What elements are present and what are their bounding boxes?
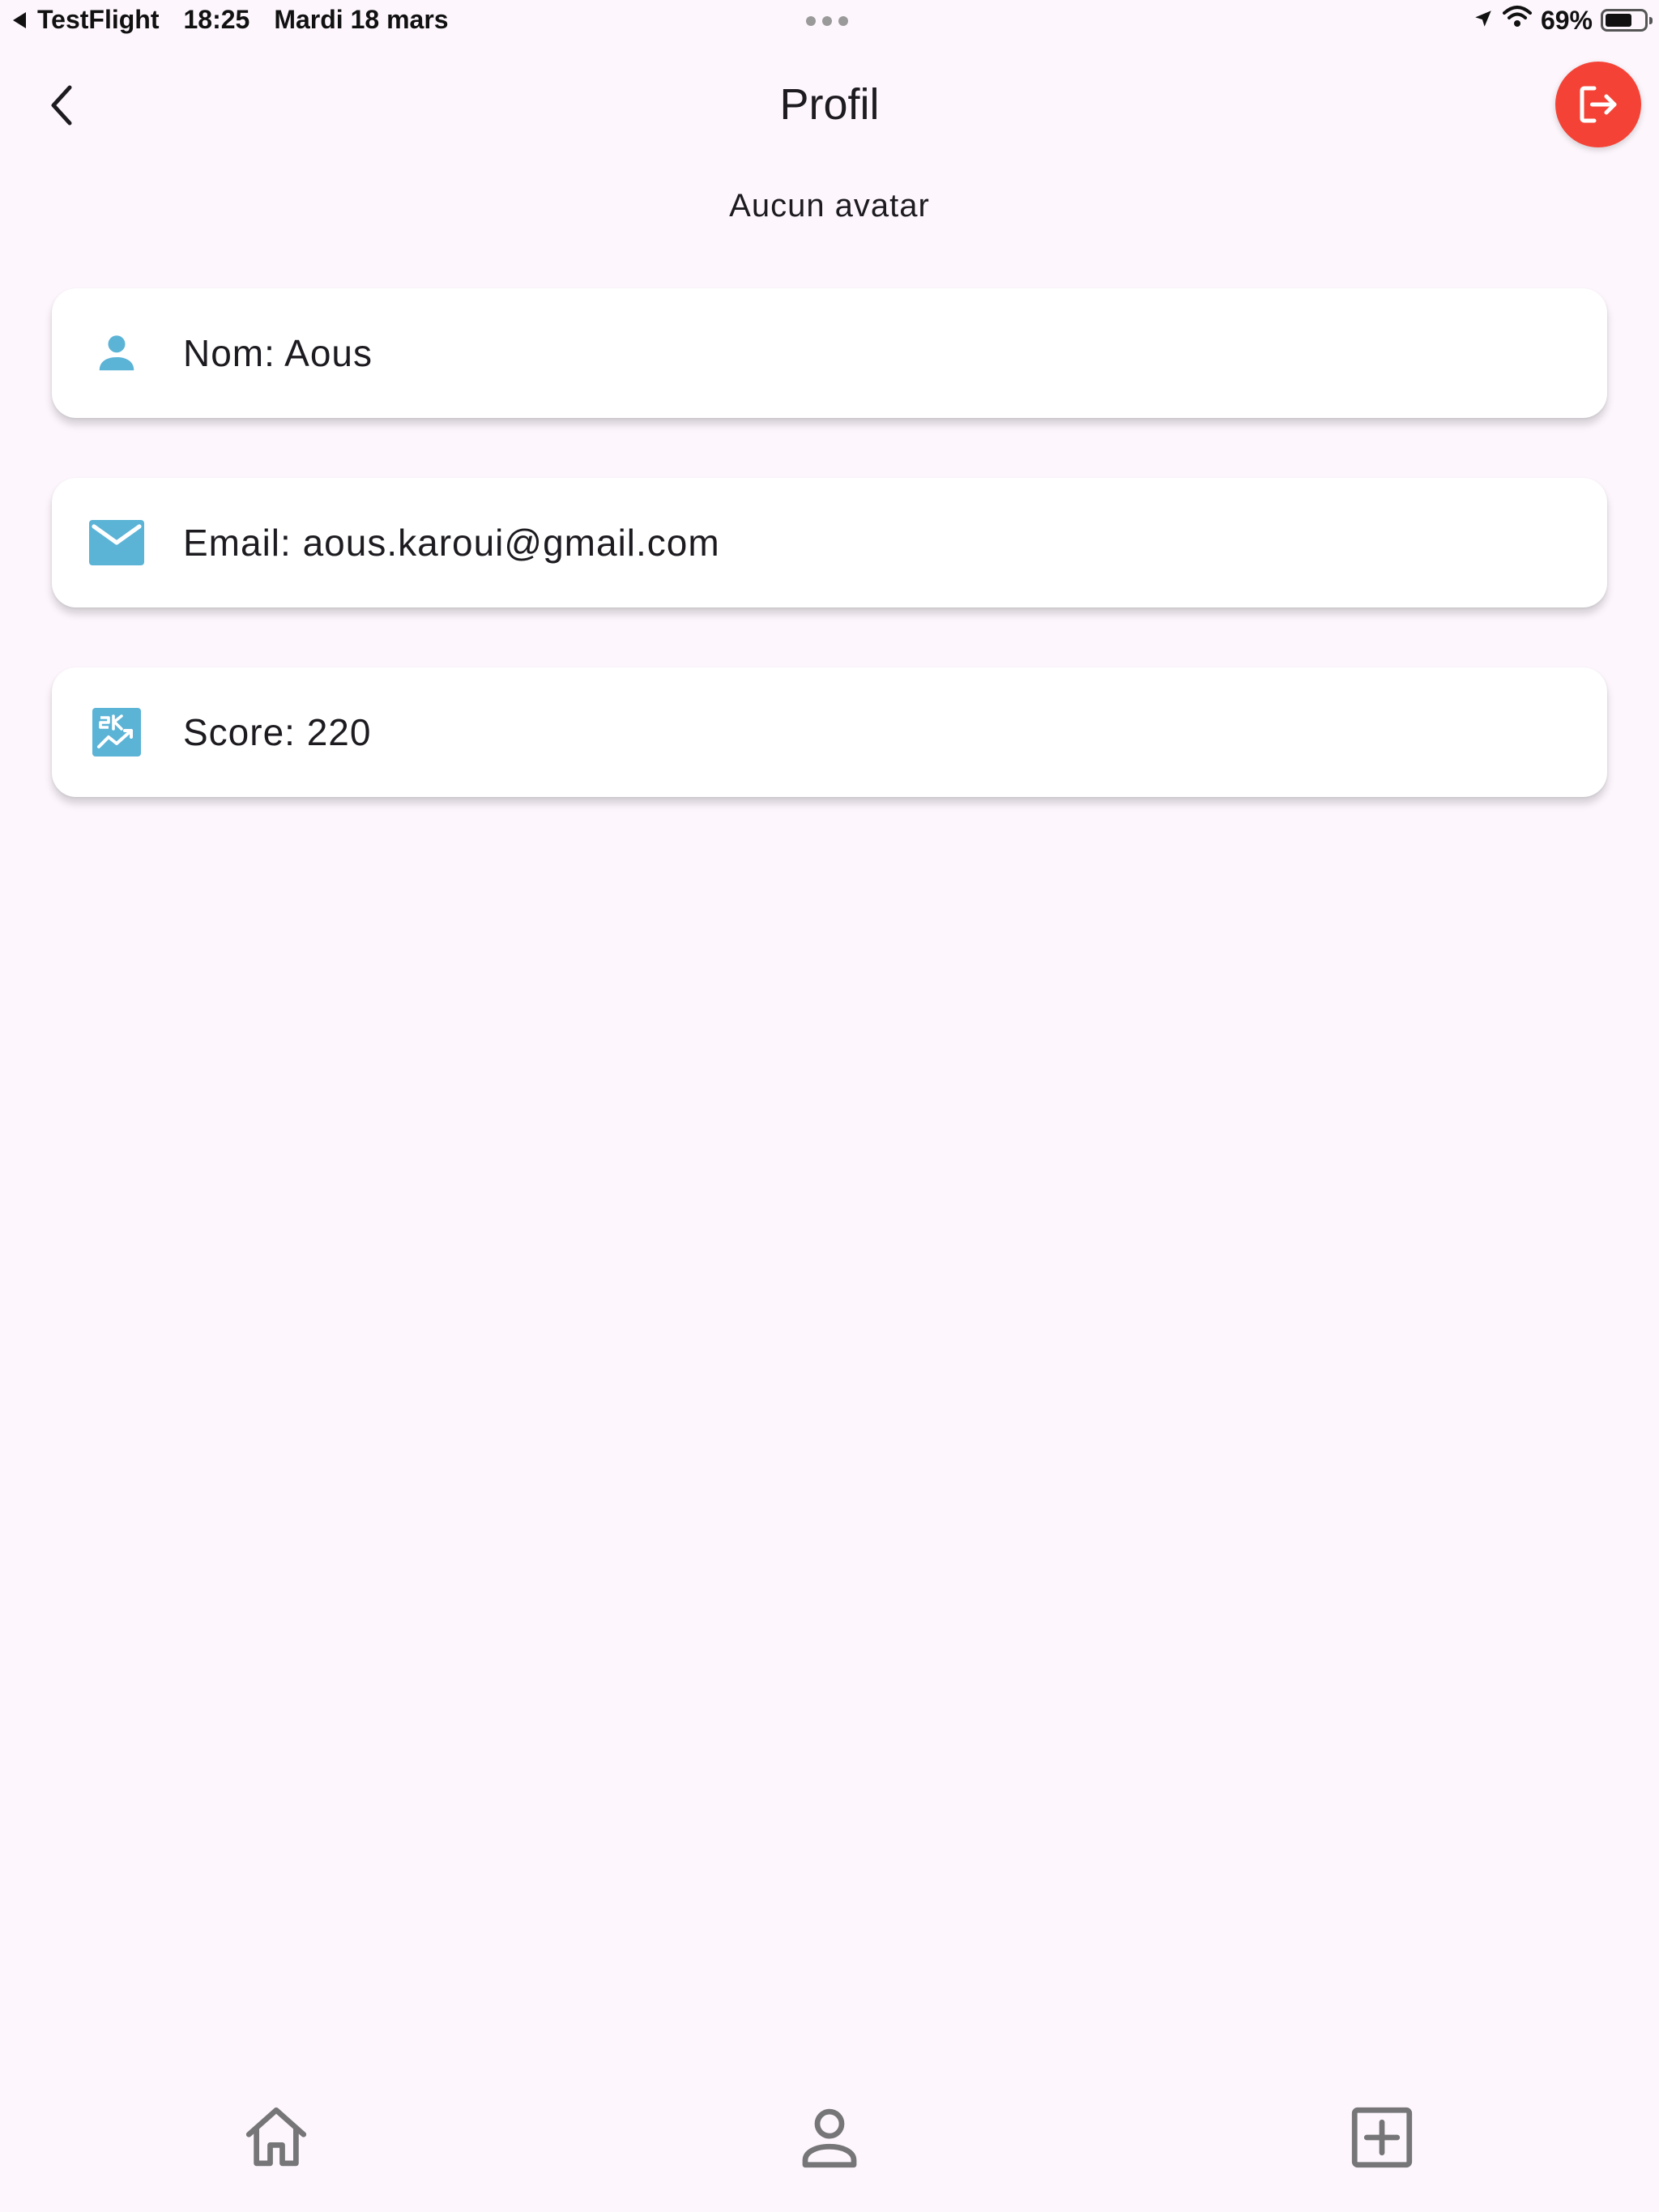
bottom-navigation <box>0 2058 1659 2212</box>
logout-icon <box>1580 86 1617 123</box>
nav-add-button[interactable] <box>1341 2097 1422 2178</box>
logout-button[interactable] <box>1555 62 1641 147</box>
nav-profile-button[interactable] <box>789 2097 870 2178</box>
battery-percent: 69% <box>1540 5 1593 35</box>
profile-name-label: Nom: Aous <box>183 332 373 374</box>
status-date: Mardi 18 mars <box>274 5 449 34</box>
status-left[interactable]: TestFlight 18:25 Mardi 18 mars <box>13 5 449 35</box>
back-to-app-icon <box>13 11 26 28</box>
add-box-icon <box>1351 2107 1413 2168</box>
avatar-placeholder-text: Aucun avatar <box>729 188 930 224</box>
page-title: Profil <box>779 80 880 129</box>
person-icon <box>87 324 146 382</box>
person-outline-icon <box>802 2108 857 2168</box>
back-app-label: TestFlight <box>37 5 160 34</box>
profile-email-label: Email: aous.karoui@gmail.com <box>183 522 720 564</box>
battery-icon <box>1601 9 1653 32</box>
location-icon <box>1473 6 1494 36</box>
profile-card-name: Nom: Aous <box>52 288 1607 418</box>
wifi-icon <box>1502 5 1533 36</box>
status-time: 18:25 <box>183 5 250 34</box>
app-bar: Profil <box>0 57 1659 154</box>
profile-score-label: Score: 220 <box>183 711 372 753</box>
mail-icon <box>87 514 146 572</box>
profile-card-score: Score: 220 <box>52 667 1607 797</box>
home-icon <box>245 2107 307 2167</box>
status-bar: TestFlight 18:25 Mardi 18 mars 69% <box>0 0 1659 45</box>
profile-card-email: Email: aous.karoui@gmail.com <box>52 478 1607 607</box>
multitasking-dots[interactable] <box>806 16 848 26</box>
score-icon <box>87 703 146 761</box>
nav-home-button[interactable] <box>236 2097 317 2178</box>
status-right: 69% <box>1473 5 1653 36</box>
